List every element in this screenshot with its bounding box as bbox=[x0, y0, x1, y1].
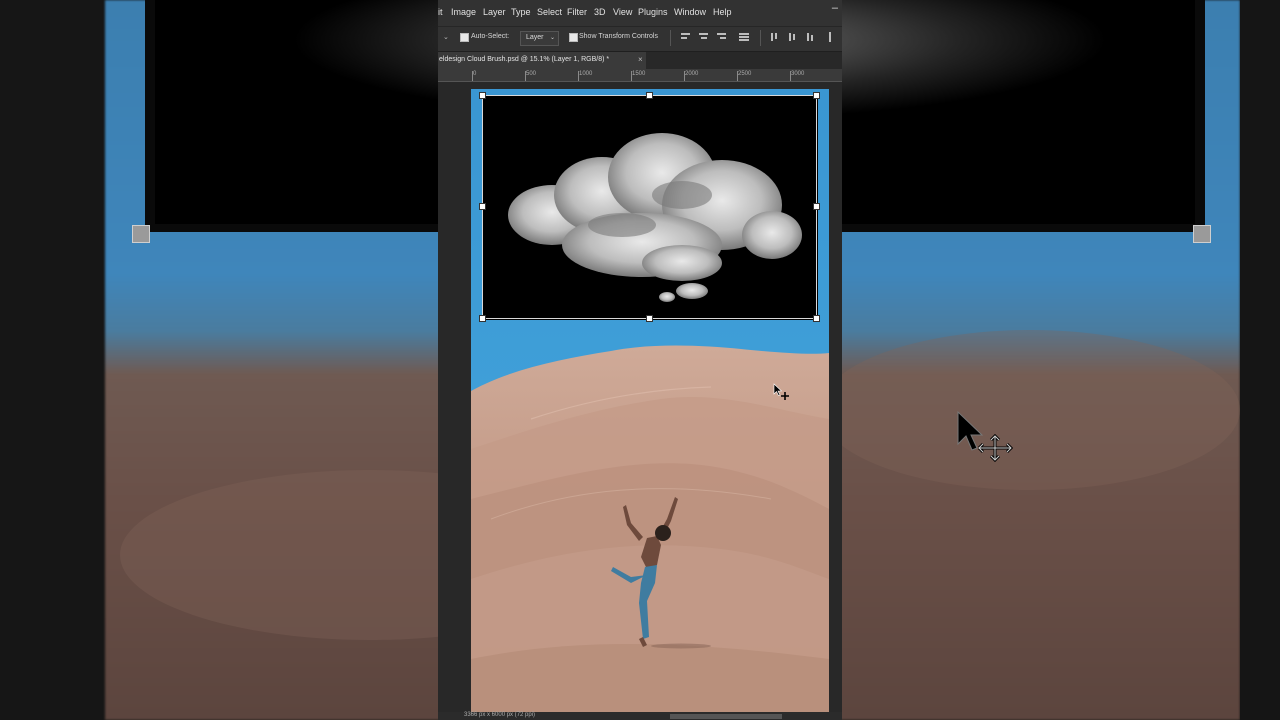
document-tabs: eldesign Cloud Brush.psd @ 15.1% (Layer … bbox=[438, 52, 842, 69]
transform-handle-bottom-right[interactable] bbox=[813, 315, 820, 322]
ruler-tick bbox=[737, 71, 738, 81]
menu-bar: it Image Layer Type Select Filter 3D Vie… bbox=[438, 0, 842, 27]
left-letterbox bbox=[0, 0, 105, 720]
photoshop-window: it Image Layer Type Select Filter 3D Vie… bbox=[438, 0, 842, 720]
transform-handle-top[interactable] bbox=[646, 92, 653, 99]
document-canvas[interactable] bbox=[471, 89, 829, 712]
ruler-label: 1500 bbox=[632, 71, 646, 77]
transform-handle-top-right[interactable] bbox=[813, 92, 820, 99]
auto-select-value: Layer bbox=[526, 34, 544, 41]
menu-select[interactable]: Select bbox=[537, 7, 562, 17]
document-size: 3366 px x 6000 px (72 ppi) bbox=[464, 712, 536, 718]
move-cursor-icon bbox=[957, 410, 1014, 463]
menu-layer[interactable]: Layer bbox=[483, 7, 506, 17]
align-center-icon[interactable] bbox=[698, 32, 710, 42]
transform-bounding-box[interactable] bbox=[479, 92, 820, 322]
auto-select-label: Auto-Select: bbox=[471, 33, 510, 40]
ruler-tick bbox=[525, 71, 526, 81]
status-bar: 3366 px x 6000 px (72 ppi) bbox=[438, 712, 842, 720]
canvas-area[interactable] bbox=[438, 82, 842, 712]
menu-window[interactable]: Window bbox=[674, 7, 706, 17]
auto-select-dropdown[interactable]: Layer ⌄ bbox=[520, 31, 559, 46]
align-middle-icon[interactable] bbox=[788, 32, 800, 42]
ruler-label: 1000 bbox=[579, 71, 593, 77]
transform-handle-top-left[interactable] bbox=[479, 92, 486, 99]
ruler-label: 0 bbox=[473, 71, 477, 77]
horizontal-scrollbar[interactable] bbox=[670, 714, 782, 719]
transform-handle-left[interactable] bbox=[479, 203, 486, 210]
distribute-icon[interactable] bbox=[738, 32, 750, 42]
move-cursor-icon bbox=[773, 383, 789, 400]
menu-plugins[interactable]: Plugins bbox=[638, 7, 668, 17]
right-letterbox bbox=[1240, 0, 1280, 720]
align-top-icon[interactable] bbox=[770, 32, 782, 42]
menu-edit[interactable]: it bbox=[438, 7, 443, 17]
ruler-tick bbox=[684, 71, 685, 81]
background-transform-handle bbox=[132, 225, 150, 243]
menu-type[interactable]: Type bbox=[511, 7, 531, 17]
ruler-label: 2000 bbox=[685, 71, 699, 77]
ruler-label: 500 bbox=[526, 71, 537, 77]
ruler-label: 3000 bbox=[791, 71, 805, 77]
background-dune bbox=[820, 330, 1240, 490]
divider bbox=[670, 30, 671, 46]
ruler-tick bbox=[578, 71, 579, 81]
background-transform-handle bbox=[1193, 225, 1211, 243]
menu-help[interactable]: Help bbox=[713, 7, 732, 17]
transform-handle-bottom-left[interactable] bbox=[479, 315, 486, 322]
ruler-tick bbox=[631, 71, 632, 81]
close-icon[interactable]: × bbox=[638, 55, 643, 64]
menu-view[interactable]: View bbox=[613, 7, 632, 17]
ruler-label: 2500 bbox=[738, 71, 752, 77]
horizontal-ruler: 0 500 1000 1500 2000 2500 3000 bbox=[438, 69, 842, 82]
minimize-button[interactable]: – bbox=[832, 2, 838, 14]
transform-handle-bottom[interactable] bbox=[646, 315, 653, 322]
distribute-vertical-icon[interactable] bbox=[828, 32, 840, 42]
options-bar: ⌄ Auto-Select: Layer ⌄ Show Transform Co… bbox=[438, 27, 842, 52]
menu-3d[interactable]: 3D bbox=[594, 7, 606, 17]
show-transform-checkbox[interactable] bbox=[569, 33, 578, 42]
auto-select-checkbox[interactable] bbox=[460, 33, 469, 42]
ruler-tick bbox=[472, 71, 473, 81]
transform-handle-right[interactable] bbox=[813, 203, 820, 210]
align-right-icon[interactable] bbox=[716, 32, 728, 42]
chevron-down-icon: ⌄ bbox=[549, 35, 555, 41]
options-arrow-icon: ⌄ bbox=[443, 34, 449, 41]
menu-image[interactable]: Image bbox=[451, 7, 476, 17]
show-transform-label: Show Transform Controls bbox=[579, 33, 658, 40]
align-bottom-icon[interactable] bbox=[806, 32, 818, 42]
menu-filter[interactable]: Filter bbox=[567, 7, 587, 17]
document-tab-title: eldesign Cloud Brush.psd @ 15.1% (Layer … bbox=[439, 56, 610, 63]
document-tab[interactable]: eldesign Cloud Brush.psd @ 15.1% (Layer … bbox=[438, 52, 646, 69]
ruler-tick bbox=[790, 71, 791, 81]
align-left-icon[interactable] bbox=[680, 32, 692, 42]
divider bbox=[760, 30, 761, 46]
